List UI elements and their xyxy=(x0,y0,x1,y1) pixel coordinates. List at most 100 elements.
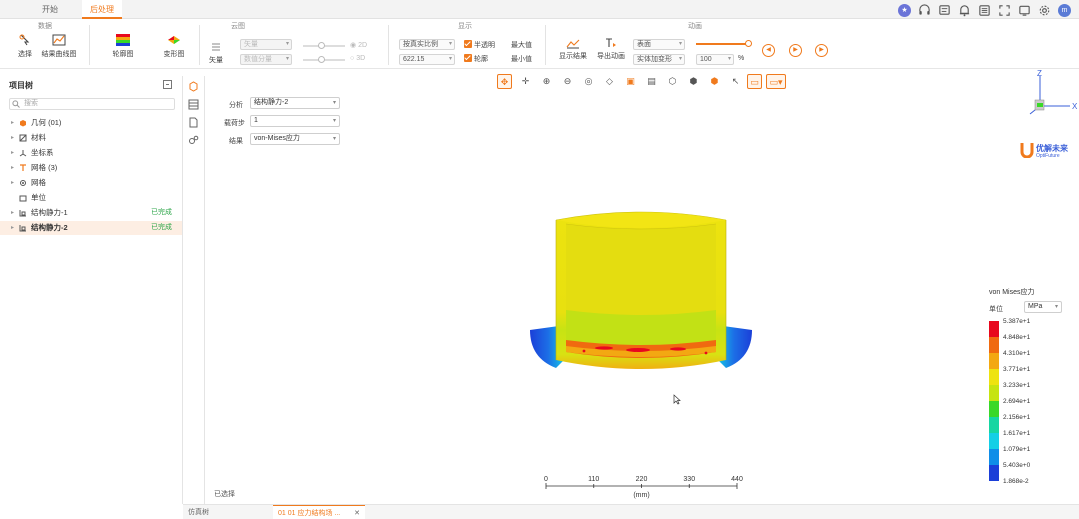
bell-icon[interactable] xyxy=(958,4,971,17)
group-title-cloud: 云图 xyxy=(231,23,245,30)
tree-item-geometry[interactable]: ▸ 几何 (01) xyxy=(0,116,182,130)
translucent-label: 半透明 xyxy=(474,42,495,49)
animation-unit: % xyxy=(738,55,744,62)
material-icon xyxy=(19,134,27,142)
document-icon[interactable] xyxy=(188,117,199,128)
animation-speed-fill xyxy=(696,43,748,45)
contour-button[interactable]: 轮廓图 xyxy=(103,33,143,59)
animation-speed-knob[interactable] xyxy=(745,40,752,47)
list-icon[interactable] xyxy=(978,4,991,17)
collapse-panel-icon[interactable] xyxy=(163,80,172,89)
view-front-tool[interactable]: ▣ xyxy=(623,74,638,89)
animation-type-select[interactable]: 实体加变形 xyxy=(633,54,685,65)
top-icon-group: ★ m xyxy=(898,3,1071,17)
view-bottom-tool[interactable]: ⬢ xyxy=(707,74,722,89)
min-button[interactable]: 最小值 xyxy=(511,54,532,64)
vector-button[interactable]: 矢量 xyxy=(205,41,227,65)
tree-item-mesh-group[interactable]: ▸ 网格 (3) xyxy=(0,161,182,175)
scale-tick-label: 330 xyxy=(683,476,695,483)
tree-item-static-1[interactable]: ▸ 结构静力-1 已完成 xyxy=(0,206,182,220)
legend-value-label: 3.233e+1 xyxy=(1003,382,1031,389)
slider-knob[interactable] xyxy=(318,56,325,63)
fit-view-tool[interactable]: ◎ xyxy=(581,74,596,89)
translucent-checkbox[interactable]: 半透明 xyxy=(464,40,495,50)
probe-label: 选择 xyxy=(18,51,32,58)
fit-all-tool[interactable]: ◇ xyxy=(602,74,617,89)
bottom-tab-sim-tree[interactable]: 仿真树 xyxy=(183,505,273,519)
animation-frames-input[interactable]: 100 xyxy=(696,54,734,65)
message-icon[interactable] xyxy=(938,4,951,17)
settings-icon[interactable] xyxy=(188,135,199,146)
legend-color-segment xyxy=(989,417,999,433)
selection-status: 已选择 xyxy=(214,491,235,498)
increment-select[interactable]: 1 xyxy=(250,115,340,127)
previous-frame-button[interactable]: ◀ xyxy=(762,44,775,57)
vector-component-select[interactable]: 数值分量 xyxy=(240,54,292,65)
headset-icon[interactable] xyxy=(918,3,931,17)
view-side-tool[interactable]: ▤ xyxy=(644,74,659,89)
next-frame-button[interactable]: ▶ xyxy=(815,44,828,57)
group-title-display: 显示 xyxy=(458,23,472,30)
separator xyxy=(89,25,90,65)
legend-unit-label: 单位 xyxy=(989,306,1003,313)
tree-item-coordinate[interactable]: ▸ 坐标系 xyxy=(0,146,182,160)
tree-search-input[interactable]: 搜索 xyxy=(9,98,175,110)
animation-mode-select[interactable]: 表面 xyxy=(633,39,685,50)
separator xyxy=(388,25,389,65)
view-iso-tool[interactable]: ⬡ xyxy=(665,74,680,89)
deform-button[interactable]: 变形图 xyxy=(152,33,196,59)
step-select[interactable]: 结构静力-2 xyxy=(250,97,340,109)
wireframe-toggle[interactable]: ▭ xyxy=(747,74,762,89)
rotate-tool[interactable]: ✥ xyxy=(497,74,512,89)
scale-tick-label: 220 xyxy=(636,476,648,483)
slider-knob[interactable] xyxy=(318,42,325,49)
animation-unit-label: % xyxy=(738,55,745,62)
select-tool[interactable]: ↖ xyxy=(728,74,743,89)
radio-2d[interactable]: ◉ 2D xyxy=(350,41,367,49)
radio-3d[interactable]: ○ 3D xyxy=(350,55,365,62)
tab-postprocess[interactable]: 后处理 xyxy=(82,0,122,19)
table-icon[interactable] xyxy=(188,99,199,110)
tree-item-static-2[interactable]: ▸ 结构静力-2 已完成 xyxy=(0,221,182,235)
tree-item-material[interactable]: ▸ 材料 xyxy=(0,131,182,145)
tree-item-label: 坐标系 xyxy=(31,148,54,157)
mesh-settings-icon xyxy=(20,180,26,186)
gear-icon[interactable] xyxy=(1038,4,1051,17)
play-button[interactable]: ▶ xyxy=(789,44,802,57)
avatar[interactable]: m xyxy=(1058,3,1071,17)
user-badge-icon[interactable]: ★ xyxy=(898,3,911,17)
max-button[interactable]: 最大值 xyxy=(511,40,532,50)
result-curve-button[interactable]: 结果曲线图 xyxy=(40,33,78,59)
deform-scale-select[interactable]: 按真实比例 xyxy=(399,39,455,50)
fullscreen-icon[interactable] xyxy=(998,4,1011,17)
probe-icon xyxy=(19,34,30,46)
result-table-button[interactable]: 显示结果 xyxy=(556,37,590,61)
zoom-out-tool[interactable]: ⊖ xyxy=(560,74,575,89)
display-mode-toggle[interactable]: ▭▾ xyxy=(766,74,786,89)
legend-value-label: 1.868e-2 xyxy=(1003,478,1029,485)
model-icon[interactable] xyxy=(188,81,199,92)
result-type-select[interactable]: von-Mises应力 xyxy=(250,133,340,145)
bottom-tab-result[interactable]: 01 01 应力结构场 ... ✕ xyxy=(273,505,365,519)
legend-unit-select[interactable]: MPa xyxy=(1024,301,1062,313)
export-animation-button[interactable]: 导出动画 xyxy=(594,37,628,61)
vector-type-select[interactable]: 矢量 xyxy=(240,39,292,50)
window-icon[interactable] xyxy=(1018,4,1031,17)
tab-start[interactable]: 开始 xyxy=(30,0,70,19)
tree-item-label: 网格 (3) xyxy=(31,163,58,172)
pan-tool[interactable]: ✛ xyxy=(518,74,533,89)
outline-checkbox[interactable]: 轮廓 xyxy=(464,54,488,64)
3d-viewport[interactable]: ✥ ✛ ⊕ ⊖ ◎ ◇ ▣ ▤ ⬡ ⬢ ⬢ ↖ ▭ ▭▾ 分析 结构静力-2 载… xyxy=(206,70,1079,502)
close-icon[interactable]: ✕ xyxy=(354,506,360,519)
legend-value-label: 2.156e+1 xyxy=(1003,414,1031,421)
deform-value-input[interactable]: 622.15 xyxy=(399,54,455,65)
scale-tick-label: 440 xyxy=(731,476,743,483)
probe-button[interactable]: 选择 xyxy=(12,33,38,59)
tree-item-unit[interactable]: 单位 xyxy=(0,191,182,205)
axis-z-label: Z xyxy=(1037,70,1042,78)
zoom-in-tool[interactable]: ⊕ xyxy=(539,74,554,89)
tree-item-label: 几何 (01) xyxy=(31,118,62,127)
tree-item-mesh[interactable]: ▸ 网格 xyxy=(0,176,182,190)
radio-2d-label: 2D xyxy=(358,42,368,49)
view-top-tool[interactable]: ⬢ xyxy=(686,74,701,89)
